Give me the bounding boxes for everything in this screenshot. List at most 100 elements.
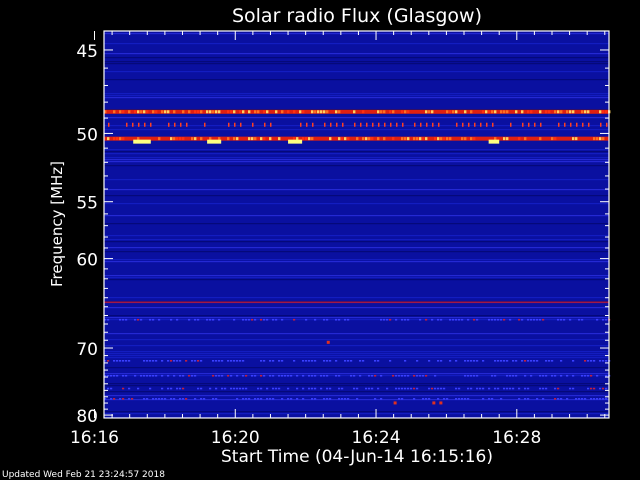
interference-cell bbox=[572, 374, 575, 377]
interference-cell bbox=[260, 360, 263, 362]
interference-cell bbox=[428, 398, 431, 400]
channel-row bbox=[104, 339, 609, 341]
interference-cell bbox=[500, 398, 503, 400]
interference-cell bbox=[587, 360, 590, 362]
interference-cell bbox=[605, 360, 608, 362]
interference-cell bbox=[149, 387, 152, 390]
interference-cell bbox=[266, 318, 269, 321]
band-cell bbox=[158, 137, 161, 141]
interference-cell bbox=[260, 387, 263, 390]
interference-cell bbox=[170, 398, 173, 400]
interference-cell bbox=[380, 398, 383, 400]
band-cell bbox=[404, 110, 407, 114]
interference-cell bbox=[584, 398, 587, 400]
interference-cell bbox=[554, 387, 557, 390]
interference-cell bbox=[305, 318, 308, 321]
interference-cell bbox=[257, 398, 260, 400]
interference-cell bbox=[491, 318, 494, 321]
interference-cell bbox=[272, 398, 275, 400]
interference-cell bbox=[326, 387, 329, 390]
interference-cell bbox=[314, 360, 317, 362]
interference-cell bbox=[482, 398, 485, 400]
interference-cell bbox=[593, 360, 596, 362]
interference-cell bbox=[107, 387, 110, 390]
interference-cell bbox=[413, 374, 416, 377]
interference-cell bbox=[296, 387, 299, 390]
band-cell bbox=[191, 137, 194, 141]
interference-cell bbox=[218, 318, 221, 321]
interference-cell bbox=[227, 374, 230, 377]
interference-cell bbox=[152, 318, 155, 321]
interference-cell bbox=[377, 360, 380, 362]
interference-cell bbox=[242, 318, 245, 321]
band-cell bbox=[515, 110, 518, 114]
channel-row bbox=[104, 261, 609, 263]
emission-band bbox=[104, 109, 609, 114]
interference-cell bbox=[593, 387, 596, 390]
interference-cell bbox=[563, 318, 566, 321]
band-dot bbox=[540, 122, 542, 127]
band-dot bbox=[240, 122, 242, 127]
interference-cell bbox=[497, 387, 500, 390]
interference-cell bbox=[590, 398, 593, 400]
interference-cell bbox=[251, 318, 254, 321]
band-cell bbox=[449, 110, 452, 114]
interference-cell bbox=[218, 360, 221, 362]
band-dot bbox=[468, 122, 470, 127]
band-cell bbox=[464, 110, 467, 114]
interference-cell bbox=[506, 360, 509, 362]
band-cell bbox=[521, 110, 524, 114]
channel-row bbox=[104, 351, 609, 353]
interference-cell bbox=[497, 360, 500, 362]
band-cell bbox=[443, 137, 446, 141]
interference-cell bbox=[191, 374, 194, 377]
interference-cell bbox=[470, 374, 473, 377]
interference-cell bbox=[341, 387, 344, 390]
channel-row bbox=[104, 159, 609, 161]
interference-cell bbox=[221, 374, 224, 377]
band-cell bbox=[173, 137, 176, 141]
channel-row bbox=[104, 353, 609, 355]
interference-cell bbox=[149, 318, 152, 321]
band-cell bbox=[227, 110, 230, 114]
interference-cell bbox=[125, 318, 128, 321]
band-cell bbox=[188, 110, 191, 114]
interference-cell bbox=[422, 374, 425, 377]
interference-cell bbox=[458, 318, 461, 321]
interference-cell bbox=[434, 374, 437, 377]
band-cell bbox=[461, 137, 464, 141]
interference-cell bbox=[245, 374, 248, 377]
interference-cell bbox=[200, 398, 203, 400]
interference-cell bbox=[173, 360, 176, 362]
interference-cell bbox=[116, 360, 119, 362]
interference-cell bbox=[455, 318, 458, 321]
band-cell bbox=[233, 110, 236, 114]
interference-cell bbox=[134, 318, 137, 321]
band-cell bbox=[434, 137, 437, 141]
channel-row bbox=[104, 395, 609, 397]
interference-cell bbox=[179, 374, 182, 377]
interference-cell bbox=[482, 387, 485, 390]
interference-cell bbox=[494, 387, 497, 390]
interference-cell bbox=[494, 374, 497, 377]
interference-cell bbox=[539, 387, 542, 390]
band-cell bbox=[488, 110, 491, 114]
interference-cell bbox=[398, 398, 401, 400]
interference-cell bbox=[338, 387, 341, 390]
band-cell bbox=[287, 110, 290, 114]
band-dot bbox=[600, 122, 602, 127]
interference-cell bbox=[440, 318, 443, 321]
spectrogram-figure: 45 50 55 60 70 80 16:16 16:20 16:24 16:28 Solar r… bbox=[0, 0, 640, 480]
interference-cell bbox=[398, 387, 401, 390]
interference-cell bbox=[458, 387, 461, 390]
interference-cell bbox=[557, 398, 560, 400]
band-dot bbox=[588, 122, 590, 127]
interference-cell bbox=[218, 374, 221, 377]
band-cell bbox=[383, 137, 386, 141]
band-cell bbox=[200, 137, 203, 141]
interference-cell bbox=[452, 318, 455, 321]
interference-cell bbox=[188, 374, 191, 377]
band-cell bbox=[179, 137, 182, 141]
interference-cell bbox=[359, 360, 362, 362]
interference-cell bbox=[296, 398, 299, 400]
